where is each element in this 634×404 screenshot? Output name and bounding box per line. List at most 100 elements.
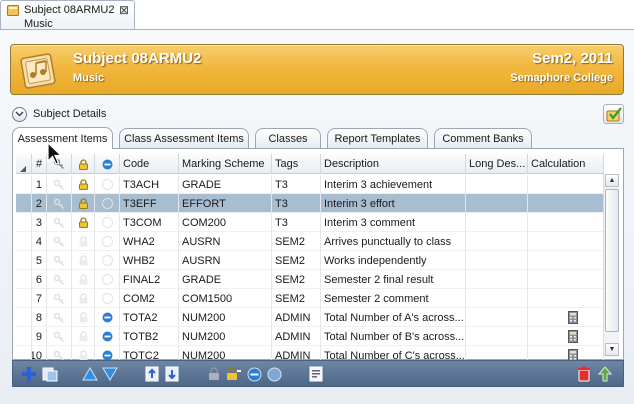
long-description-cell[interactable] — [466, 175, 528, 194]
minus-circle-icon[interactable] — [245, 365, 263, 383]
calculator-icon[interactable] — [567, 330, 578, 343]
scroll-up-icon[interactable]: ▲ — [605, 174, 619, 187]
tags-cell[interactable]: SEM2 — [272, 270, 321, 289]
tab-class-assessment-items[interactable]: Class Assessment Items — [119, 128, 249, 148]
import-icon[interactable] — [143, 365, 161, 383]
calculation-cell[interactable] — [528, 251, 604, 270]
long-description-cell[interactable] — [466, 270, 528, 289]
lock-icon[interactable] — [72, 327, 95, 346]
code-cell[interactable]: WHA2 — [120, 232, 179, 251]
column-description[interactable]: Description — [321, 154, 466, 174]
close-icon[interactable]: ⊠ — [119, 3, 129, 17]
marking-scheme-cell[interactable]: EFFORT — [179, 194, 272, 213]
copy-icon[interactable] — [41, 365, 59, 383]
lock-gray-icon[interactable] — [205, 365, 223, 383]
key-icon[interactable] — [47, 251, 72, 270]
status-icon[interactable] — [95, 194, 120, 213]
marking-scheme-cell[interactable]: GRADE — [179, 175, 272, 194]
long-description-cell[interactable] — [466, 213, 528, 232]
key-icon[interactable] — [47, 327, 72, 346]
marking-scheme-cell[interactable]: COM1500 — [179, 289, 272, 308]
calculation-cell[interactable] — [528, 213, 604, 232]
column-marking-scheme[interactable]: Marking Scheme — [179, 154, 272, 174]
table-row[interactable]: 8 TOTA2 NUM200 ADMIN Total Number of A's acr… — [16, 308, 604, 327]
lock-icon[interactable] — [72, 175, 95, 194]
tags-cell[interactable]: ADMIN — [272, 327, 321, 346]
long-description-cell[interactable] — [466, 251, 528, 270]
column-status[interactable] — [95, 154, 120, 174]
long-description-cell[interactable] — [466, 289, 528, 308]
marking-scheme-cell[interactable]: AUSRN — [179, 251, 272, 270]
key-icon[interactable] — [47, 194, 72, 213]
status-icon[interactable] — [95, 213, 120, 232]
move-up-icon[interactable] — [81, 365, 99, 383]
calculation-cell[interactable] — [528, 232, 604, 251]
tags-cell[interactable]: T3 — [272, 213, 321, 232]
description-cell[interactable]: Total Number of B's across... — [321, 327, 466, 346]
description-cell[interactable]: Works independently — [321, 251, 466, 270]
status-icon[interactable] — [95, 251, 120, 270]
long-description-cell[interactable] — [466, 194, 528, 213]
table-row[interactable]: 1 T3ACH GRADE T3 Interim 3 achievement — [16, 175, 604, 194]
marking-scheme-cell[interactable]: NUM200 — [179, 308, 272, 327]
description-cell[interactable]: Interim 3 achievement — [321, 175, 466, 194]
tab-comment-banks[interactable]: Comment Banks — [434, 128, 532, 148]
report-icon[interactable] — [307, 365, 325, 383]
chevron-down-icon[interactable] — [12, 106, 27, 122]
lock-icon[interactable] — [72, 194, 95, 213]
lock-icon[interactable] — [72, 308, 95, 327]
marking-scheme-cell[interactable]: GRADE — [179, 270, 272, 289]
column-lock[interactable] — [72, 154, 95, 174]
marking-scheme-cell[interactable]: AUSRN — [179, 232, 272, 251]
calculation-cell[interactable] — [528, 327, 604, 346]
column-long-description[interactable]: Long Des... — [466, 154, 528, 174]
description-cell[interactable]: Interim 3 comment — [321, 213, 466, 232]
status-icon[interactable] — [95, 232, 120, 251]
delete-icon[interactable] — [575, 365, 593, 383]
calculation-cell[interactable] — [528, 194, 604, 213]
lock-icon[interactable] — [72, 213, 95, 232]
marking-scheme-cell[interactable]: NUM200 — [179, 327, 272, 346]
calculation-cell[interactable] — [528, 270, 604, 289]
upload-icon[interactable] — [596, 365, 614, 383]
subject-details-toggle[interactable]: Subject Details — [12, 106, 106, 122]
vertical-scrollbar[interactable]: ▲ ▼ — [603, 174, 619, 357]
lock-icon[interactable] — [72, 289, 95, 308]
column-code[interactable]: Code — [120, 154, 179, 174]
tags-cell[interactable]: T3 — [272, 175, 321, 194]
table-row[interactable]: 9 TOTB2 NUM200 ADMIN Total Number of B's acr… — [16, 327, 604, 346]
code-cell[interactable]: T3COM — [120, 213, 179, 232]
code-cell[interactable]: WHB2 — [120, 251, 179, 270]
tab-report-templates[interactable]: Report Templates — [327, 128, 428, 148]
key-icon[interactable] — [47, 213, 72, 232]
approve-button[interactable] — [603, 104, 624, 124]
tags-cell[interactable]: SEM2 — [272, 251, 321, 270]
table-row[interactable]: 6 FINAL2 GRADE SEM2 Semester 2 final result — [16, 270, 604, 289]
lock-icon[interactable] — [72, 232, 95, 251]
column-number[interactable]: # — [32, 154, 47, 174]
calculation-cell[interactable] — [528, 308, 604, 327]
marking-scheme-cell[interactable]: COM200 — [179, 213, 272, 232]
lock-icon[interactable] — [72, 251, 95, 270]
add-icon[interactable] — [20, 365, 38, 383]
tags-cell[interactable]: SEM2 — [272, 289, 321, 308]
column-calculation[interactable]: Calculation — [528, 154, 604, 174]
lock-icon[interactable] — [225, 365, 243, 383]
calculation-cell[interactable] — [528, 289, 604, 308]
table-row[interactable]: 3 T3COM COM200 T3 Interim 3 comment — [16, 213, 604, 232]
circle-icon[interactable] — [265, 365, 283, 383]
table-row[interactable]: 7 COM2 COM1500 SEM2 Semester 2 comment — [16, 289, 604, 308]
code-cell[interactable]: FINAL2 — [120, 270, 179, 289]
lock-icon[interactable] — [72, 270, 95, 289]
tags-cell[interactable]: ADMIN — [272, 308, 321, 327]
move-down-icon[interactable] — [101, 365, 119, 383]
status-icon[interactable] — [95, 308, 120, 327]
scroll-down-icon[interactable]: ▼ — [605, 343, 619, 356]
calculation-cell[interactable] — [528, 175, 604, 194]
code-cell[interactable]: TOTB2 — [120, 327, 179, 346]
table-row[interactable]: 2 T3EFF EFFORT T3 Interim 3 effort — [16, 194, 604, 213]
description-cell[interactable]: Interim 3 effort — [321, 194, 466, 213]
key-icon[interactable] — [47, 175, 72, 194]
calculator-icon[interactable] — [567, 311, 578, 324]
status-icon[interactable] — [95, 327, 120, 346]
